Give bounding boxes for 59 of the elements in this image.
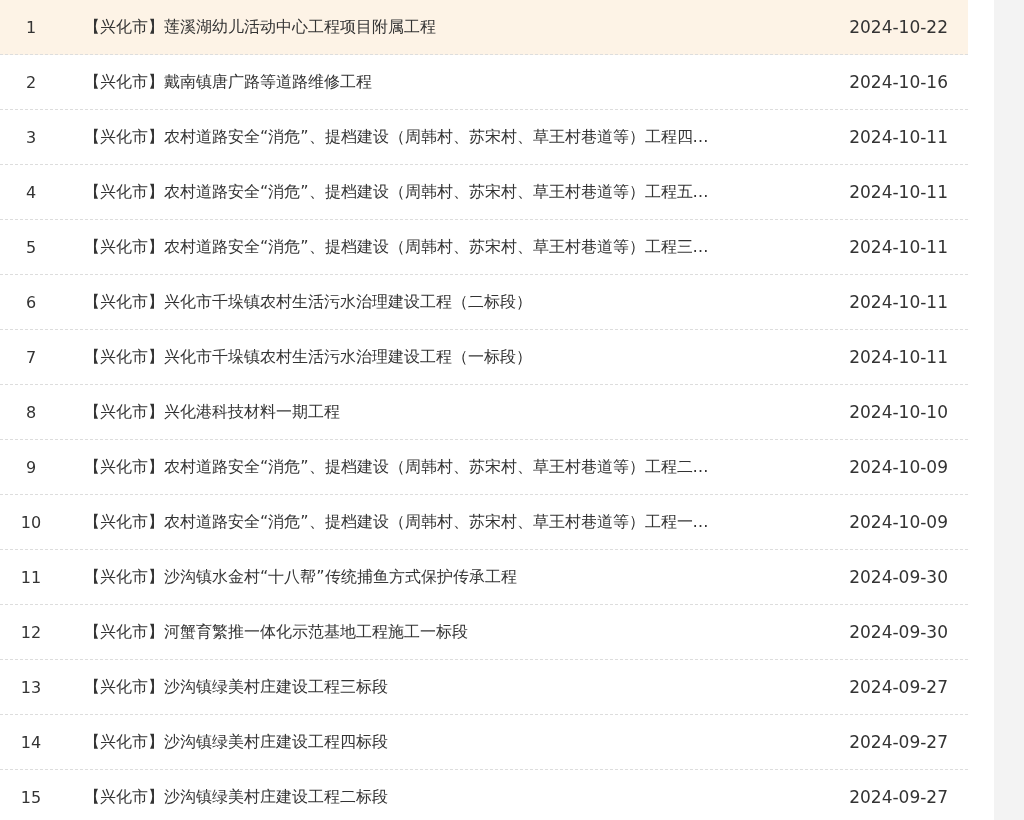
- row-number: 4: [24, 182, 38, 202]
- publish-date: 2024-09-30: [848, 622, 948, 642]
- row-number: 14: [19, 732, 43, 752]
- row-number: 12: [19, 622, 43, 642]
- project-title-link[interactable]: 【兴化市】兴化市千垛镇农村生活污水治理建设工程（一标段）: [84, 346, 828, 368]
- list-row[interactable]: 13 【兴化市】沙沟镇绿美村庄建设工程三标段 2024-09-27: [0, 660, 968, 715]
- project-title-link[interactable]: 【兴化市】兴化港科技材料一期工程: [84, 401, 828, 423]
- project-title-link[interactable]: 【兴化市】沙沟镇绿美村庄建设工程四标段: [84, 731, 828, 753]
- row-number: 9: [24, 457, 38, 477]
- publish-date: 2024-10-11: [848, 292, 948, 312]
- row-number: 3: [24, 127, 38, 147]
- list-row[interactable]: 2 【兴化市】戴南镇唐广路等道路维修工程 2024-10-16: [0, 55, 968, 110]
- publish-date: 2024-10-16: [848, 72, 948, 92]
- publish-date: 2024-10-22: [848, 17, 948, 37]
- row-number: 8: [24, 402, 38, 422]
- publish-date: 2024-10-10: [848, 402, 948, 422]
- publish-date: 2024-10-09: [848, 512, 948, 532]
- row-number: 15: [19, 787, 43, 807]
- publish-date: 2024-10-11: [848, 237, 948, 257]
- project-title-link[interactable]: 【兴化市】农村道路安全“消危”、提档建设（周韩村、苏宋村、草王村巷道等）工程一…: [84, 511, 828, 533]
- project-title-link[interactable]: 【兴化市】农村道路安全“消危”、提档建设（周韩村、苏宋村、草王村巷道等）工程五…: [84, 181, 828, 203]
- project-title-link[interactable]: 【兴化市】沙沟镇水金村“十八帮”传统捕鱼方式保护传承工程: [84, 566, 828, 588]
- row-number: 13: [19, 677, 43, 697]
- project-title-link[interactable]: 【兴化市】沙沟镇绿美村庄建设工程二标段: [84, 786, 828, 808]
- publish-date: 2024-09-30: [848, 567, 948, 587]
- project-title-link[interactable]: 【兴化市】农村道路安全“消危”、提档建设（周韩村、苏宋村、草王村巷道等）工程四…: [84, 126, 828, 148]
- publish-date: 2024-09-27: [848, 677, 948, 697]
- project-title-link[interactable]: 【兴化市】莲溪湖幼儿活动中心工程项目附属工程: [84, 16, 828, 38]
- publish-date: 2024-10-09: [848, 457, 948, 477]
- publish-date: 2024-09-27: [848, 732, 948, 752]
- publish-date: 2024-09-27: [848, 787, 948, 807]
- list-row[interactable]: 6 【兴化市】兴化市千垛镇农村生活污水治理建设工程（二标段） 2024-10-11: [0, 275, 968, 330]
- list-row[interactable]: 3 【兴化市】农村道路安全“消危”、提档建设（周韩村、苏宋村、草王村巷道等）工程四… 2024-10-11: [0, 110, 968, 165]
- publish-date: 2024-10-11: [848, 347, 948, 367]
- project-title-link[interactable]: 【兴化市】农村道路安全“消危”、提档建设（周韩村、苏宋村、草王村巷道等）工程三…: [84, 236, 828, 258]
- list-row[interactable]: 14 【兴化市】沙沟镇绿美村庄建设工程四标段 2024-09-27: [0, 715, 968, 770]
- row-number: 11: [19, 567, 43, 587]
- row-number: 1: [24, 17, 38, 37]
- project-title-link[interactable]: 【兴化市】沙沟镇绿美村庄建设工程三标段: [84, 676, 828, 698]
- row-number: 6: [24, 292, 38, 312]
- list-row[interactable]: 9 【兴化市】农村道路安全“消危”、提档建设（周韩村、苏宋村、草王村巷道等）工程二… 2024-10-09: [0, 440, 968, 495]
- list-row[interactable]: 11 【兴化市】沙沟镇水金村“十八帮”传统捕鱼方式保护传承工程 2024-09-30: [0, 550, 968, 605]
- project-title-link[interactable]: 【兴化市】河蟹育繁推一体化示范基地工程施工一标段: [84, 621, 828, 643]
- publish-date: 2024-10-11: [848, 182, 948, 202]
- list-row[interactable]: 8 【兴化市】兴化港科技材料一期工程 2024-10-10: [0, 385, 968, 440]
- list-row[interactable]: 4 【兴化市】农村道路安全“消危”、提档建设（周韩村、苏宋村、草王村巷道等）工程五… 2024-10-11: [0, 165, 968, 220]
- row-number: 5: [24, 237, 38, 257]
- row-number: 7: [24, 347, 38, 367]
- row-number: 10: [19, 512, 43, 532]
- list-row[interactable]: 5 【兴化市】农村道路安全“消危”、提档建设（周韩村、苏宋村、草王村巷道等）工程三… 2024-10-11: [0, 220, 968, 275]
- list-row[interactable]: 1 【兴化市】莲溪湖幼儿活动中心工程项目附属工程 2024-10-22: [0, 0, 968, 55]
- list-row[interactable]: 10 【兴化市】农村道路安全“消危”、提档建设（周韩村、苏宋村、草王村巷道等）工程一… 2024-10-09: [0, 495, 968, 550]
- publish-date: 2024-10-11: [848, 127, 948, 147]
- project-title-link[interactable]: 【兴化市】戴南镇唐广路等道路维修工程: [84, 71, 828, 93]
- list-row[interactable]: 7 【兴化市】兴化市千垛镇农村生活污水治理建设工程（一标段） 2024-10-11: [0, 330, 968, 385]
- project-title-link[interactable]: 【兴化市】兴化市千垛镇农村生活污水治理建设工程（二标段）: [84, 291, 828, 313]
- project-title-link[interactable]: 【兴化市】农村道路安全“消危”、提档建设（周韩村、苏宋村、草王村巷道等）工程二…: [84, 456, 828, 478]
- row-number: 2: [24, 72, 38, 92]
- list-row[interactable]: 12 【兴化市】河蟹育繁推一体化示范基地工程施工一标段 2024-09-30: [0, 605, 968, 660]
